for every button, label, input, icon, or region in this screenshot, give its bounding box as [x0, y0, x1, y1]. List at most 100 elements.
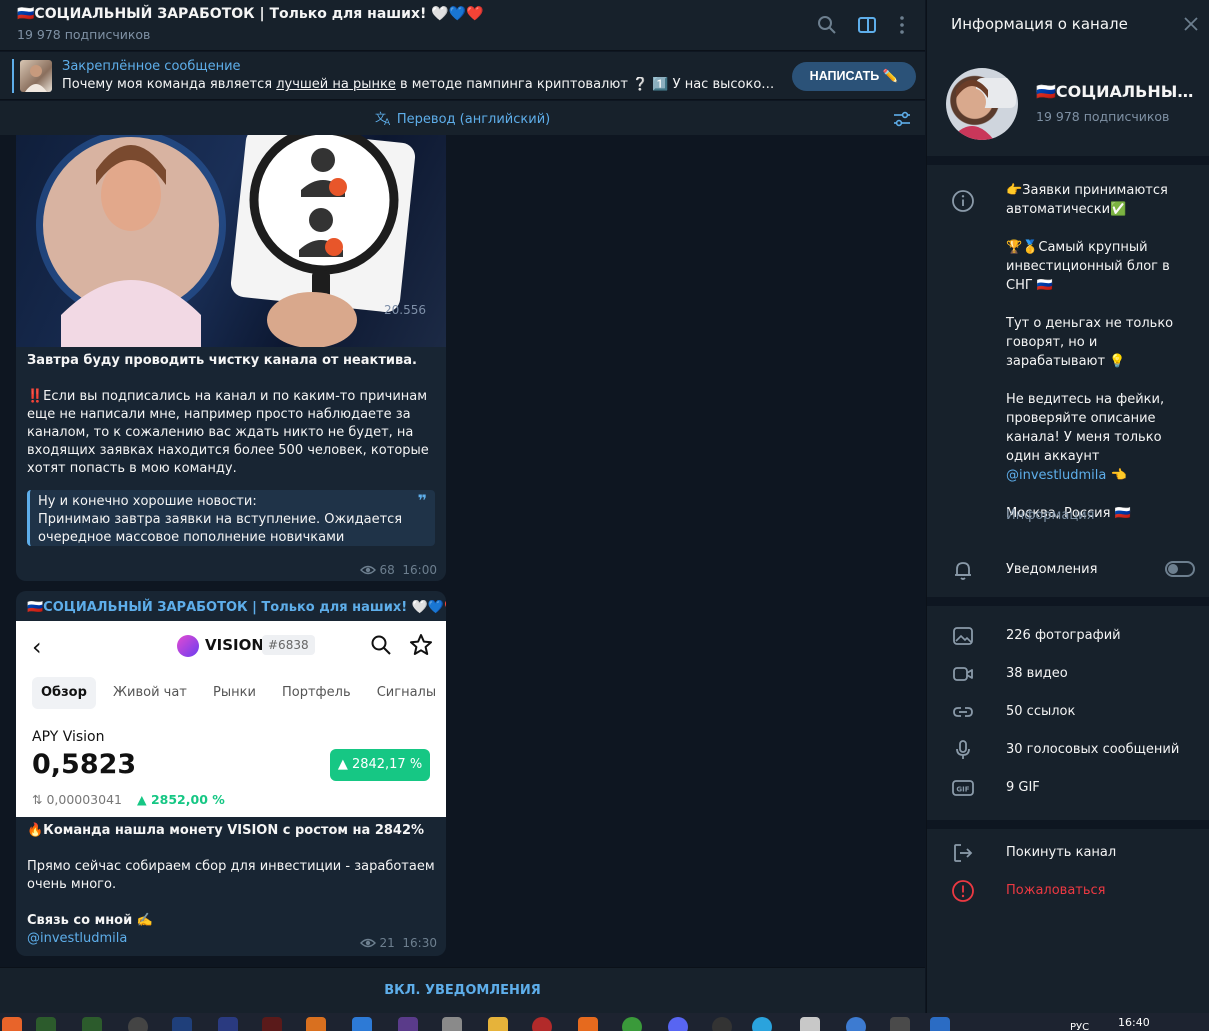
taskbar: РУС 16:40	[0, 1013, 1209, 1031]
taskbar-app-icon[interactable]	[306, 1017, 326, 1031]
taskbar-app-icon[interactable]	[172, 1017, 192, 1031]
taskbar-app-icon[interactable]	[578, 1017, 598, 1031]
channel-name: 🇷🇺СОЦИАЛЬНЫЙ ЗАРАБОТОК | Только для наши…	[1036, 82, 1196, 101]
divider	[927, 820, 1209, 829]
more-options-icon[interactable]	[891, 14, 913, 36]
channel-info-panel: Информация о канале 🇷🇺СОЦИАЛЬНЫЙ ЗАРАБОТ…	[926, 0, 1209, 1013]
media-links[interactable]: 50 ссылок	[1006, 704, 1075, 719]
clock[interactable]: 16:40	[1118, 1016, 1150, 1029]
coin-tab: Портфель	[281, 685, 351, 700]
leave-channel-button[interactable]: Покинуть канал	[1006, 845, 1116, 860]
taskbar-app-icon[interactable]	[622, 1017, 642, 1031]
panel-title: Информация о канале	[951, 15, 1128, 33]
channel-avatar[interactable]	[946, 68, 1018, 140]
message-image[interactable]: 20.556	[16, 135, 446, 347]
message-link[interactable]: @investludmila	[27, 930, 127, 948]
pinned-message[interactable]: Закреплённое сообщение Почему моя команд…	[0, 52, 925, 100]
message-time: 16:00	[402, 563, 437, 577]
taskbar-app-icon[interactable]	[712, 1017, 732, 1031]
message-text-paragraph: Прямо сейчас собираем сбор для инвестици…	[27, 859, 435, 892]
translate-button[interactable]: 文 A Перевод (английский)	[0, 110, 925, 128]
chat-header[interactable]: 🇷🇺СОЦИАЛЬНЫЙ ЗАРАБОТОК | Только для наши…	[0, 0, 925, 51]
media-photos[interactable]: 226 фотографий	[1006, 628, 1121, 643]
taskbar-app-icon[interactable]	[800, 1017, 820, 1031]
message-time: 16:30	[402, 936, 437, 950]
media-videos[interactable]: 38 видео	[1006, 666, 1068, 681]
message-meta: 68 16:00	[359, 563, 437, 577]
pinned-thumbnail	[20, 60, 52, 92]
taskbar-app-icon[interactable]	[846, 1017, 866, 1031]
coin-name: VISION	[205, 636, 264, 654]
chat-title[interactable]: 🇷🇺СОЦИАЛЬНЫЙ ЗАРАБОТОК | Только для наши…	[17, 6, 484, 22]
taskbar-app-icon[interactable]	[398, 1017, 418, 1031]
keyboard-language[interactable]: РУС	[1070, 1022, 1089, 1031]
search-icon[interactable]	[816, 14, 838, 36]
taskbar-app-icon[interactable]	[82, 1017, 102, 1031]
taskbar-app-icon[interactable]	[128, 1017, 148, 1031]
pinned-indicator	[12, 59, 14, 93]
video-icon	[953, 667, 973, 681]
views-icon	[359, 565, 376, 575]
report-button[interactable]: Пожаловаться	[1006, 883, 1106, 898]
bottom-bar: ВКЛ. УВЕДОМЛЕНИЯ	[0, 967, 925, 1013]
notifications-toggle[interactable]	[1165, 561, 1195, 577]
taskbar-app-icon[interactable]	[532, 1017, 552, 1031]
description-line: 👉Заявки принимаются автоматически✅	[1006, 183, 1168, 217]
taskbar-app-icon[interactable]	[2, 1017, 22, 1031]
taskbar-app-icon[interactable]	[262, 1017, 282, 1031]
star-icon	[410, 634, 432, 655]
media-voice[interactable]: 30 голосовых сообщений	[1006, 742, 1179, 757]
leave-icon	[954, 844, 973, 862]
taskbar-app-icon[interactable]	[890, 1017, 910, 1031]
coin-pair: APY Vision	[32, 729, 105, 745]
description-link[interactable]: @investludmila	[1006, 468, 1106, 483]
taskbar-app-icon[interactable]	[668, 1017, 688, 1031]
microphone-icon	[956, 740, 970, 759]
pinned-text: Почему моя команда является лучшей на ры…	[62, 77, 777, 92]
taskbar-app-icon[interactable]	[36, 1017, 56, 1031]
photo-icon	[953, 627, 973, 645]
message-bubble[interactable]: 🇷🇺СОЦИАЛЬНЫЙ ЗАРАБОТОК | Только для наши…	[16, 591, 446, 956]
taskbar-app-icon[interactable]	[930, 1017, 950, 1031]
message-image[interactable]: ‹ VISION #6838 Обзор Живой чат Рынки Пор…	[16, 621, 446, 817]
message-text-paragraph: ‼️Если вы подписались на канал и по каки…	[27, 389, 429, 476]
taskbar-app-icon[interactable]	[352, 1017, 372, 1031]
taskbar-app-icon[interactable]	[218, 1017, 238, 1031]
coin-tab: Сигналы	[376, 685, 437, 700]
sidebar-toggle-icon[interactable]	[856, 14, 878, 36]
coin-price: 0,5823	[32, 749, 137, 780]
coin-tab: Рынки	[212, 685, 256, 700]
views-count: 21	[379, 936, 395, 950]
message-list[interactable]: 20.556 Завтра буду проводить чистку кана…	[0, 135, 925, 967]
coin-rank: #6838	[262, 635, 315, 655]
message-quote: Ну и конечно хорошие новости: Принимаю з…	[27, 490, 435, 546]
enable-notifications-button[interactable]: ВКЛ. УВЕДОМЛЕНИЯ	[0, 983, 925, 998]
message-text-line: Связь со мной ✍️	[27, 913, 153, 928]
coin-tab: Живой чат	[113, 685, 187, 700]
quote-text: Ну и конечно хорошие новости: Принимаю з…	[38, 494, 403, 545]
message-author[interactable]: 🇷🇺СОЦИАЛЬНЫЙ ЗАРАБОТОК | Только для наши…	[27, 600, 446, 615]
info-icon	[952, 190, 974, 212]
taskbar-app-icon[interactable]	[488, 1017, 508, 1031]
gif-icon: GIF	[952, 780, 974, 796]
info-label: Информация	[1006, 508, 1095, 523]
telegram-window: 🇷🇺СОЦИАЛЬНЫЙ ЗАРАБОТОК | Только для наши…	[0, 0, 1209, 1013]
message-bubble[interactable]: 20.556 Завтра буду проводить чистку кана…	[16, 135, 446, 581]
report-icon	[952, 880, 974, 902]
media-gifs[interactable]: 9 GIF	[1006, 780, 1040, 795]
message-text-line: 🔥Команда нашла монету VISION с ростом на…	[27, 823, 425, 838]
coin-tab: Обзор	[32, 677, 96, 709]
divider	[927, 156, 1209, 165]
taskbar-telegram-icon[interactable]	[752, 1017, 772, 1031]
quote-icon: ❞	[417, 491, 427, 510]
translate-settings-icon[interactable]	[892, 109, 912, 129]
taskbar-app-icon[interactable]	[442, 1017, 462, 1031]
message-meta: 21 16:30	[359, 936, 437, 950]
coin-tabs: Обзор Живой чат Рынки Портфель Сигналы	[32, 677, 446, 709]
close-icon[interactable]	[1183, 16, 1199, 32]
translate-icon: 文 A	[375, 110, 391, 128]
write-button[interactable]: НАПИСАТЬ ✏️	[792, 62, 916, 91]
image-number-text: 20.556	[384, 303, 426, 317]
translate-bar: 文 A Перевод (английский)	[0, 101, 925, 135]
description-line: 🏆🥇Самый крупный инвестиционный блог в СН…	[1006, 240, 1170, 293]
